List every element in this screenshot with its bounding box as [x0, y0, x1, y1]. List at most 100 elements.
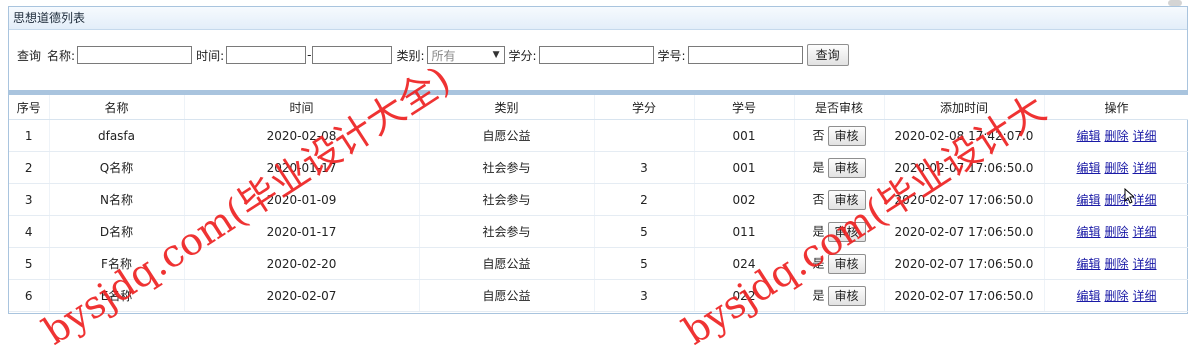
cell-category: 自愿公益 [419, 247, 595, 280]
delete-link[interactable]: 删除 [1104, 225, 1128, 239]
edit-link[interactable]: 编辑 [1076, 289, 1100, 303]
cell-category: 社会参与 [419, 151, 595, 184]
cell-added-time: 2020-02-07 17:06:50.0 [884, 215, 1045, 248]
cell-category: 自愿公益 [419, 279, 595, 312]
cell-name: D名称 [49, 215, 185, 248]
cell-audited: 是审核 [794, 279, 885, 312]
cell-category: 社会参与 [419, 183, 595, 216]
delete-link[interactable]: 删除 [1104, 289, 1128, 303]
cell-added-time: 2020-02-07 17:06:50.0 [884, 247, 1045, 280]
audit-status: 否 [812, 192, 825, 206]
cell-actions: 编辑 删除 详细 [1044, 279, 1188, 312]
table-row: 2 Q名称 2020-01-17 社会参与 3 001 是审核 2020-02-07 17:0… [9, 151, 1188, 184]
cell-student-no: 002 [694, 183, 795, 216]
category-selected: 所有 [431, 48, 456, 63]
table-row: 1 dfasfa 2020-02-08 自愿公益 001 否审核 2020-02-08 17… [9, 119, 1188, 152]
cell-added-time: 2020-02-07 17:06:50.0 [884, 151, 1045, 184]
name-label: 名称: [47, 48, 76, 63]
cell-name: F名称 [49, 247, 185, 280]
detail-link[interactable]: 详细 [1133, 289, 1157, 303]
cell-category: 社会参与 [419, 215, 595, 248]
time-label: 时间: [196, 48, 225, 63]
data-table: 序号 名称 时间 类别 学分 学号 是否审核 添加时间 操作 1 dfasfa 20… [9, 95, 1188, 312]
detail-link[interactable]: 详细 [1133, 161, 1157, 175]
chevron-down-icon: ▼ [492, 50, 500, 60]
cell-time: 2020-02-07 [184, 279, 420, 312]
cell-credit: 2 [594, 183, 695, 216]
mouse-cursor-icon [1124, 188, 1134, 204]
category-label: 类别: [396, 48, 425, 63]
cell-name: N名称 [49, 183, 185, 216]
name-input[interactable] [77, 46, 193, 64]
header-time: 时间 [184, 95, 420, 120]
cell-student-no: 001 [694, 151, 795, 184]
cell-no: 4 [9, 215, 50, 248]
cell-added-time: 2020-02-07 17:06:50.0 [884, 183, 1045, 216]
cell-actions: 编辑 删除 详细 [1044, 247, 1188, 280]
cell-audited: 否审核 [794, 119, 885, 152]
audit-status: 是 [812, 256, 825, 270]
cell-category: 自愿公益 [419, 119, 595, 152]
detail-link[interactable]: 详细 [1133, 257, 1157, 271]
audit-button[interactable]: 审核 [827, 157, 866, 178]
cell-audited: 是审核 [794, 151, 885, 184]
credit-label: 学分: [508, 48, 537, 63]
cell-no: 3 [9, 183, 50, 216]
time-to-input[interactable] [312, 46, 393, 64]
edit-link[interactable]: 编辑 [1076, 193, 1100, 207]
table-row: 6 E名称 2020-02-07 自愿公益 3 022 是审核 2020-02-07 17:0… [9, 279, 1188, 312]
header-no: 序号 [9, 95, 50, 120]
audit-status: 是 [812, 288, 825, 302]
cell-time: 2020-01-09 [184, 183, 420, 216]
detail-link[interactable]: 详细 [1133, 193, 1157, 207]
cell-student-no: 001 [694, 119, 795, 152]
delete-link[interactable]: 删除 [1104, 129, 1128, 143]
edit-link[interactable]: 编辑 [1076, 161, 1100, 175]
edit-link[interactable]: 编辑 [1076, 225, 1100, 239]
header-category: 类别 [419, 95, 595, 120]
cell-student-no: 022 [694, 279, 795, 312]
cell-student-no: 024 [694, 247, 795, 280]
audit-status: 是 [812, 160, 825, 174]
time-from-input[interactable] [226, 46, 307, 64]
cell-credit: 5 [594, 215, 695, 248]
header-name: 名称 [49, 95, 185, 120]
header-added-time: 添加时间 [884, 95, 1045, 120]
student-no-input[interactable] [687, 46, 803, 64]
search-row: 查询 名称: 时间: - 类别: 所有 ▼ 学分: 学号: 查询 [17, 44, 849, 66]
edit-link[interactable]: 编辑 [1076, 129, 1100, 143]
cell-added-time: 2020-02-07 17:06:50.0 [884, 279, 1045, 312]
cell-credit [594, 119, 695, 152]
cell-no: 2 [9, 151, 50, 184]
table-header-row: 序号 名称 时间 类别 学分 学号 是否审核 添加时间 操作 [9, 95, 1188, 120]
search-button[interactable]: 查询 [806, 44, 849, 66]
cell-student-no: 011 [694, 215, 795, 248]
cell-time: 2020-01-17 [184, 151, 420, 184]
header-student-no: 学号 [694, 95, 795, 120]
cell-credit: 5 [594, 247, 695, 280]
cell-added-time: 2020-02-08 17:42:07.0 [884, 119, 1045, 152]
edit-link[interactable]: 编辑 [1076, 257, 1100, 271]
detail-link[interactable]: 详细 [1133, 129, 1157, 143]
cell-name: dfasfa [49, 119, 185, 152]
audit-button[interactable]: 审核 [827, 221, 866, 242]
header-credit: 学分 [594, 95, 695, 120]
cell-audited: 是审核 [794, 247, 885, 280]
credit-input[interactable] [538, 46, 654, 64]
audit-button[interactable]: 审核 [827, 253, 866, 274]
cell-audited: 否审核 [794, 183, 885, 216]
cell-audited: 是审核 [794, 215, 885, 248]
audit-button[interactable]: 审核 [827, 285, 866, 306]
audit-button[interactable]: 审核 [827, 189, 866, 210]
delete-link[interactable]: 删除 [1104, 161, 1128, 175]
cell-no: 6 [9, 279, 50, 312]
audit-button[interactable]: 审核 [827, 125, 866, 146]
cell-name: E名称 [49, 279, 185, 312]
search-bar: 查询 名称: 时间: - 类别: 所有 ▼ 学分: 学号: 查询 [9, 30, 1187, 90]
cell-actions: 编辑 删除 详细 [1044, 151, 1188, 184]
cell-time: 2020-01-17 [184, 215, 420, 248]
table-row: 5 F名称 2020-02-20 自愿公益 5 024 是审核 2020-02-07 17:0… [9, 247, 1188, 280]
delete-link[interactable]: 删除 [1104, 257, 1128, 271]
detail-link[interactable]: 详细 [1133, 225, 1157, 239]
category-select[interactable]: 所有 ▼ [426, 46, 505, 64]
